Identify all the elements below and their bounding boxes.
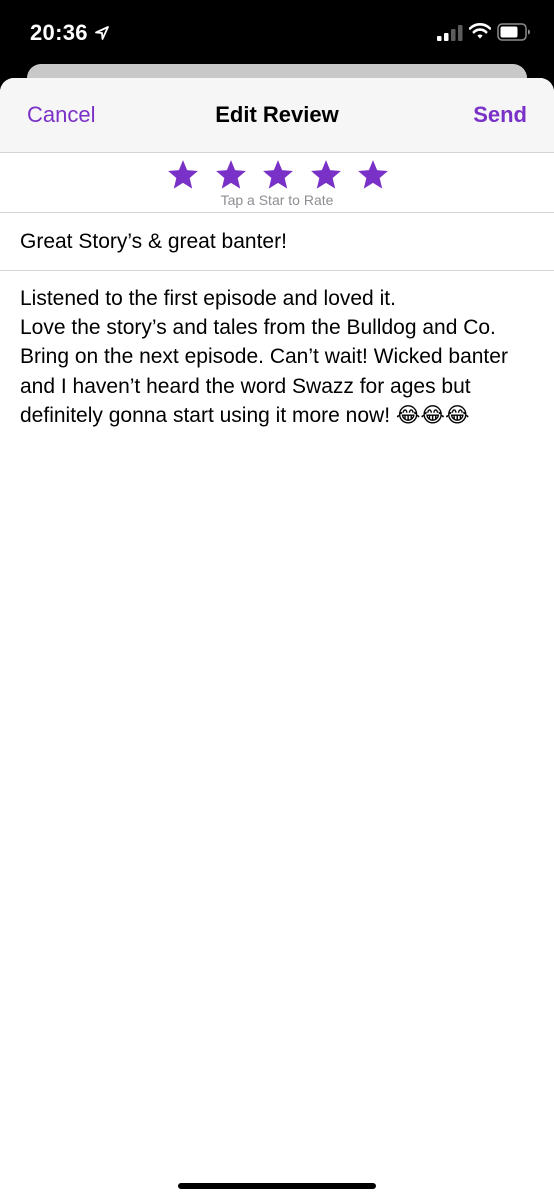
battery-icon xyxy=(497,23,531,41)
cancel-button[interactable]: Cancel xyxy=(27,102,95,128)
rating-hint: Tap a Star to Rate xyxy=(220,192,334,208)
divider xyxy=(0,212,554,213)
star-rating xyxy=(166,158,390,194)
cellular-signal-icon xyxy=(437,25,463,41)
send-button[interactable]: Send xyxy=(473,102,527,128)
star-5-icon[interactable] xyxy=(356,158,390,192)
star-3-icon[interactable] xyxy=(261,158,295,192)
star-4-icon[interactable] xyxy=(309,158,343,192)
star-1-icon[interactable] xyxy=(166,158,200,192)
review-title-field[interactable]: Great Story’s & great banter! xyxy=(20,229,534,255)
home-indicator xyxy=(178,1183,376,1189)
wifi-icon xyxy=(468,22,492,40)
status-time: 20:36 xyxy=(30,20,88,45)
status-bar: 20:36 xyxy=(0,0,554,70)
navigation-bar: Cancel Edit Review Send xyxy=(0,78,554,153)
review-body-field[interactable]: Listened to the first episode and loved … xyxy=(20,284,536,430)
edit-review-sheet: Cancel Edit Review Send Tap a Star to Ra… xyxy=(0,78,554,1200)
divider xyxy=(0,270,554,271)
location-arrow-icon xyxy=(94,25,110,41)
star-2-icon[interactable] xyxy=(214,158,248,192)
